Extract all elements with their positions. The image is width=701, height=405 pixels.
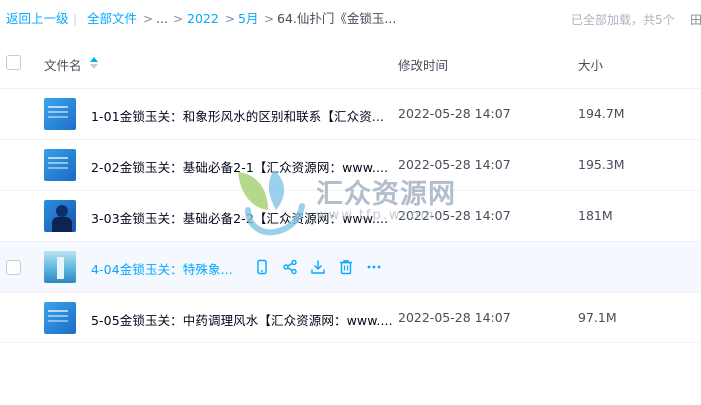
file-modified: 2022-05-28 14:07 (398, 310, 511, 325)
sort-icon[interactable] (89, 56, 99, 70)
select-all-checkbox[interactable] (6, 55, 21, 70)
breadcrumb-root[interactable]: 全部文件 (87, 11, 137, 27)
table-row[interactable]: 1-01金锁玉关：和象形风水的区别和联系【汇众资... 2022-05-28 1… (0, 88, 701, 139)
row-checkbox[interactable] (6, 260, 21, 275)
breadcrumb: 返回上一级 | 全部文件 > ... > 2022 > 5月 > 64.仙扑门《… (0, 0, 701, 38)
chevron-right-icon: > (143, 12, 154, 26)
file-size: 195.3M (578, 157, 625, 172)
table-row[interactable]: 5-05金锁玉关：中药调理风水【汇众资源网：www.... 2022-05-28… (0, 292, 701, 343)
table-row[interactable]: 2-02金锁玉关：基础必备2-1【汇众资源网：www.... 2022-05-2… (0, 139, 701, 190)
table-header: 文件名 修改时间 大小 (0, 42, 701, 84)
download-icon[interactable] (310, 259, 326, 275)
video-thumbnail (44, 251, 76, 283)
file-modified: 2022-05-28 14:07 (398, 106, 511, 121)
column-name[interactable]: 文件名 (44, 55, 82, 74)
file-name[interactable]: 1-01金锁玉关：和象形风水的区别和联系【汇众资... (91, 106, 384, 125)
column-modified[interactable]: 修改时间 (398, 55, 448, 74)
file-size: 194.7M (578, 106, 625, 121)
back-link[interactable]: 返回上一级 (6, 11, 69, 27)
chevron-right-icon: > (225, 12, 236, 26)
file-modified: 2022-05-28 14:07 (398, 157, 511, 172)
file-name[interactable]: 5-05金锁玉关：中药调理风水【汇众资源网：www.... (91, 310, 393, 329)
phone-icon[interactable] (254, 259, 270, 275)
table-row[interactable]: 3-03金锁玉关：基础必备2-2【汇众资源网：www.... 2022-05-2… (0, 190, 701, 241)
chevron-right-icon: > (264, 12, 275, 26)
load-status: 已全部加载，共5个 (571, 13, 675, 27)
column-size[interactable]: 大小 (578, 55, 603, 74)
video-thumbnail (44, 302, 76, 334)
breadcrumb-separator: | (73, 11, 78, 26)
file-size: 97.1M (578, 310, 617, 325)
chevron-right-icon: > (173, 12, 184, 26)
breadcrumb-year[interactable]: 2022 (187, 11, 219, 27)
table-row[interactable]: 4-04金锁玉关：特殊象... (0, 241, 701, 292)
file-name[interactable]: 3-03金锁玉关：基础必备2-2【汇众资源网：www.... (91, 208, 388, 227)
video-thumbnail (44, 98, 76, 130)
video-thumbnail (44, 149, 76, 181)
breadcrumb-month[interactable]: 5月 (238, 11, 258, 27)
file-name[interactable]: 2-02金锁玉关：基础必备2-1【汇众资源网：www.... (91, 157, 388, 176)
more-icon[interactable] (366, 259, 382, 275)
file-name[interactable]: 4-04金锁玉关：特殊象... (91, 259, 233, 278)
video-thumbnail (44, 200, 76, 232)
breadcrumb-ellipsis[interactable]: ... (156, 11, 168, 27)
file-size: 181M (578, 208, 613, 223)
share-icon[interactable] (282, 259, 298, 275)
view-toggle-icon[interactable]: 田 (690, 12, 701, 28)
delete-icon[interactable] (338, 259, 354, 275)
breadcrumb-current: 64.仙扑门《金锁玉... (277, 11, 397, 26)
file-modified: 2022-05-28 14:07 (398, 208, 511, 223)
